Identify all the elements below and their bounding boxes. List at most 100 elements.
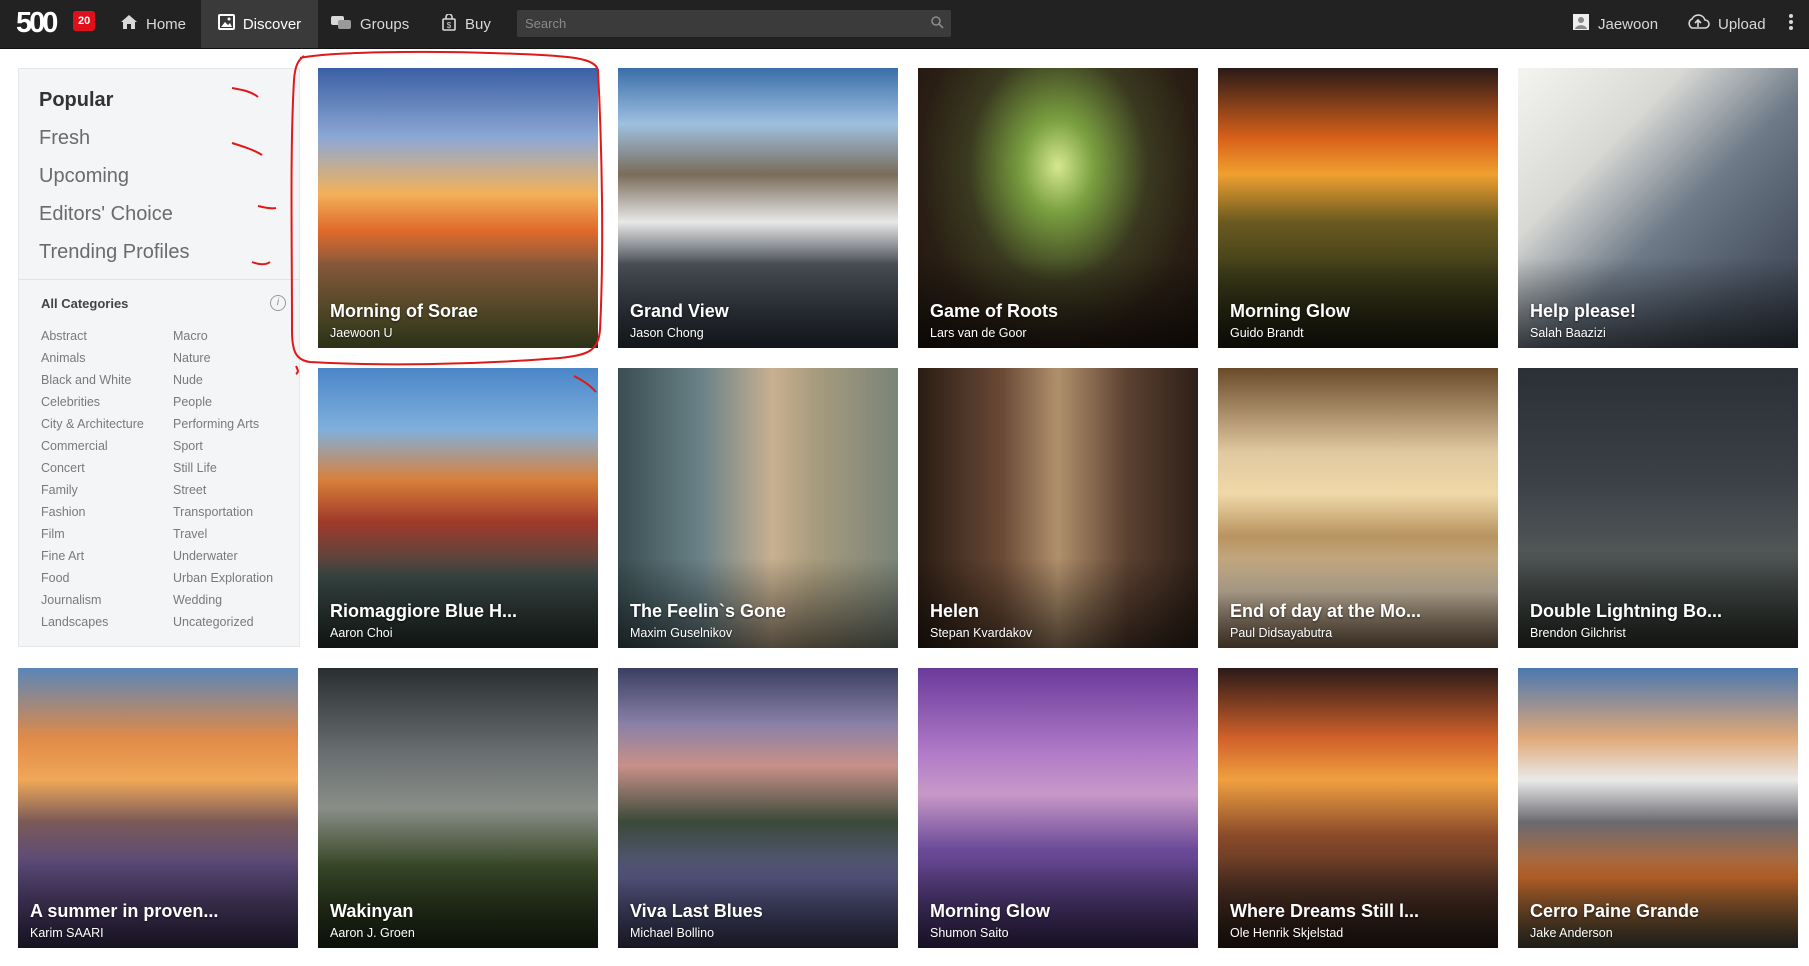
photo-tile[interactable]: Morning Glow Guido Brandt (1218, 68, 1498, 348)
more-menu[interactable] (1788, 0, 1794, 48)
notification-badge[interactable]: 20 (73, 11, 96, 31)
photo-author[interactable]: Jason Chong (630, 326, 704, 340)
photo-author[interactable]: Paul Didsayabutra (1230, 626, 1332, 640)
search-input[interactable]: Search (517, 10, 951, 37)
photo-title[interactable]: Morning Glow (1230, 301, 1350, 322)
photo-author[interactable]: Stepan Kvardakov (930, 626, 1032, 640)
search-icon[interactable] (930, 15, 944, 32)
category-link[interactable]: Fashion (41, 501, 144, 523)
photo-title[interactable]: Riomaggiore Blue H... (330, 601, 517, 622)
photo-title[interactable]: Cerro Paine Grande (1530, 901, 1699, 922)
photo-title[interactable]: Wakinyan (330, 901, 413, 922)
category-link[interactable]: Travel (173, 523, 273, 545)
category-link[interactable]: Nude (173, 369, 273, 391)
category-link[interactable]: Commercial (41, 435, 144, 457)
photo-title[interactable]: Help please! (1530, 301, 1636, 322)
user-avatar-icon (1572, 13, 1590, 35)
nav-groups[interactable]: Groups (330, 0, 409, 48)
photo-author[interactable]: Aaron Choi (330, 626, 393, 640)
photo-tile[interactable]: Wakinyan Aaron J. Groen (318, 668, 598, 948)
category-link[interactable]: Urban Exploration (173, 567, 273, 589)
sort-editors-choice[interactable]: Editors' Choice (39, 195, 189, 233)
photo-author[interactable]: Ole Henrik Skjelstad (1230, 926, 1343, 940)
info-icon[interactable]: i (270, 295, 286, 311)
photo-title[interactable]: Viva Last Blues (630, 901, 763, 922)
category-link[interactable]: Animals (41, 347, 144, 369)
nav-buy[interactable]: $ Buy (441, 0, 491, 48)
photo-title[interactable]: Morning Glow (930, 901, 1050, 922)
category-link[interactable]: City & Architecture (41, 413, 144, 435)
category-link[interactable]: Concert (41, 457, 144, 479)
photo-tile[interactable]: Morning Glow Shumon Saito (918, 668, 1198, 948)
photo-title[interactable]: Helen (930, 601, 979, 622)
photo-title[interactable]: A summer in proven... (30, 901, 218, 922)
category-link[interactable]: People (173, 391, 273, 413)
sort-popular[interactable]: Popular (39, 81, 189, 119)
photo-tile[interactable]: Double Lightning Bo... Brendon Gilchrist (1518, 368, 1798, 648)
photo-author[interactable]: Brendon Gilchrist (1530, 626, 1626, 640)
category-link[interactable]: Film (41, 523, 144, 545)
photo-author[interactable]: Jake Anderson (1530, 926, 1613, 940)
category-link[interactable]: Fine Art (41, 545, 144, 567)
photo-title[interactable]: End of day at the Mo... (1230, 601, 1421, 622)
nav-home-label: Home (146, 15, 187, 33)
photo-tile[interactable]: Where Dreams Still l... Ole Henrik Skjel… (1218, 668, 1498, 948)
photo-tile[interactable]: End of day at the Mo... Paul Didsayabutr… (1218, 368, 1498, 648)
photo-tile[interactable]: Viva Last Blues Michael Bollino (618, 668, 898, 948)
discover-icon (217, 14, 235, 34)
photo-title[interactable]: Morning of Sorae (330, 301, 478, 322)
photo-title[interactable]: Double Lightning Bo... (1530, 601, 1722, 622)
photo-title[interactable]: Game of Roots (930, 301, 1058, 322)
photo-author[interactable]: Lars van de Goor (930, 326, 1027, 340)
photo-tile[interactable]: Grand View Jason Chong (618, 68, 898, 348)
photo-tile[interactable]: The Feelin`s Gone Maxim Guselnikov (618, 368, 898, 648)
sort-upcoming[interactable]: Upcoming (39, 157, 189, 195)
nav-discover[interactable]: Discover (201, 0, 318, 48)
photo-tile[interactable]: Morning of Sorae Jaewoon U (318, 68, 598, 348)
category-link[interactable]: Street (173, 479, 273, 501)
category-column-2: Macro Nature Nude People Performing Arts… (173, 325, 273, 633)
photo-title[interactable]: Grand View (630, 301, 729, 322)
photo-author[interactable]: Shumon Saito (930, 926, 1009, 940)
category-link[interactable]: Transportation (173, 501, 273, 523)
photo-tile[interactable]: Cerro Paine Grande Jake Anderson (1518, 668, 1798, 948)
category-link[interactable]: Food (41, 567, 144, 589)
photo-author[interactable]: Salah Baazizi (1530, 326, 1606, 340)
upload-button[interactable]: Upload (1686, 0, 1766, 48)
category-link[interactable]: Celebrities (41, 391, 144, 413)
category-link[interactable]: Black and White (41, 369, 144, 391)
user-menu[interactable]: Jaewoon (1572, 0, 1658, 48)
photo-title[interactable]: The Feelin`s Gone (630, 601, 786, 622)
category-link[interactable]: Journalism (41, 589, 144, 611)
category-link[interactable]: Family (41, 479, 144, 501)
categories-title[interactable]: All Categories (41, 296, 128, 311)
category-link[interactable]: Uncategorized (173, 611, 273, 633)
category-link[interactable]: Performing Arts (173, 413, 273, 435)
category-link[interactable]: Sport (173, 435, 273, 457)
photo-author[interactable]: Maxim Guselnikov (630, 626, 732, 640)
category-link[interactable]: Abstract (41, 325, 144, 347)
category-column-1: Abstract Animals Black and White Celebri… (41, 325, 144, 633)
nav-groups-label: Groups (360, 15, 410, 33)
photo-title[interactable]: Where Dreams Still l... (1230, 901, 1419, 922)
photo-tile[interactable]: Helen Stepan Kvardakov (918, 368, 1198, 648)
photo-tile[interactable]: Help please! Salah Baazizi (1518, 68, 1798, 348)
category-link[interactable]: Nature (173, 347, 273, 369)
photo-tile[interactable]: A summer in proven... Karim SAARI (18, 668, 298, 948)
photo-tile[interactable]: Riomaggiore Blue H... Aaron Choi (318, 368, 598, 648)
photo-author[interactable]: Aaron J. Groen (330, 926, 415, 940)
sort-fresh[interactable]: Fresh (39, 119, 189, 157)
category-link[interactable]: Landscapes (41, 611, 144, 633)
category-link[interactable]: Macro (173, 325, 273, 347)
category-link[interactable]: Still Life (173, 457, 273, 479)
sort-trending-profiles[interactable]: Trending Profiles (39, 233, 189, 271)
photo-author[interactable]: Karim SAARI (30, 926, 104, 940)
nav-home[interactable]: Home (120, 0, 186, 48)
category-link[interactable]: Wedding (173, 589, 273, 611)
photo-author[interactable]: Guido Brandt (1230, 326, 1304, 340)
photo-author[interactable]: Jaewoon U (330, 326, 393, 340)
buy-icon: $ (441, 12, 457, 35)
photo-tile[interactable]: Game of Roots Lars van de Goor (918, 68, 1198, 348)
category-link[interactable]: Underwater (173, 545, 273, 567)
photo-author[interactable]: Michael Bollino (630, 926, 714, 940)
